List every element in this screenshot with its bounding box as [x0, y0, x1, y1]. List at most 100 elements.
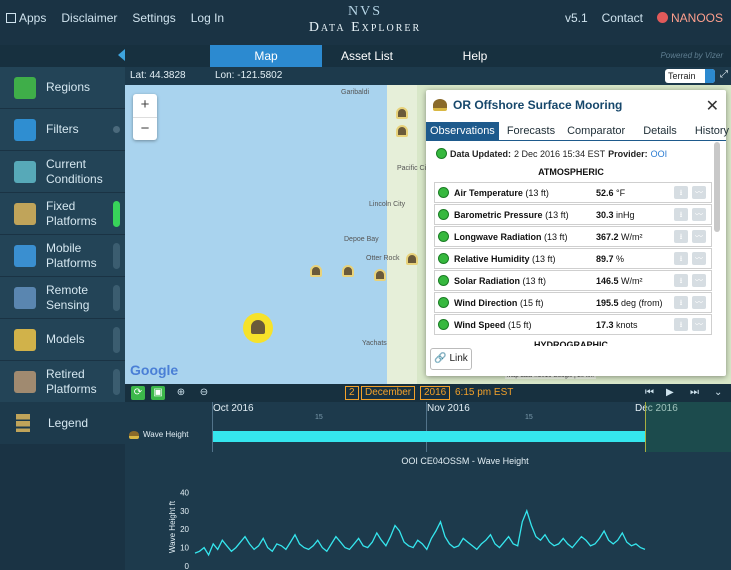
- timeline-zoom-out-icon[interactable]: ⊖: [197, 386, 211, 400]
- disclaimer-link[interactable]: Disclaimer: [61, 11, 117, 25]
- observation-name: Barometric Pressure: [454, 209, 543, 220]
- play-icon[interactable]: ▶: [666, 386, 674, 400]
- platform-popup: OR Offshore Surface Mooring ✕ Observatio…: [426, 90, 729, 376]
- apps-link[interactable]: Apps: [6, 11, 46, 25]
- sidebar-item-mobile-platforms[interactable]: Mobile Platforms: [0, 235, 125, 277]
- year-field[interactable]: 2016: [420, 386, 451, 400]
- chart-icon[interactable]: 〰: [692, 252, 706, 265]
- sidebar-item-label: Retired Platforms: [46, 366, 97, 396]
- download-icon[interactable]: ⭳: [674, 208, 688, 221]
- zoom-out-button[interactable]: −: [133, 117, 157, 140]
- observation-row: Barometric Pressure (13 ft) 30.3 inHg ⭳ …: [434, 204, 712, 225]
- popup-title: OR Offshore Surface Mooring: [453, 98, 623, 112]
- contact-link[interactable]: Contact: [602, 11, 643, 25]
- refresh-icon[interactable]: ⟳: [131, 386, 145, 400]
- collapse-sidebar-icon[interactable]: [118, 49, 125, 61]
- provider-link[interactable]: OOI: [651, 149, 668, 159]
- tab-observations[interactable]: Observations: [426, 122, 499, 140]
- download-icon[interactable]: ⭳: [674, 318, 688, 331]
- grid-icon: [6, 13, 16, 23]
- sidebar-item-filters[interactable]: Filters: [0, 109, 125, 151]
- download-icon[interactable]: ⭳: [674, 274, 688, 287]
- sidebar-item-current-conditions[interactable]: Current Conditions: [0, 151, 125, 193]
- image-icon[interactable]: ▣: [151, 386, 165, 400]
- nanoos-link[interactable]: NANOOS: [656, 11, 723, 25]
- observation-value: 146.5: [596, 275, 619, 286]
- timeline[interactable]: Oct 2016 Nov 2016 Dec 2016 15 15 Wave He…: [125, 402, 731, 570]
- longitude-readout: Lon: -121.5802: [215, 70, 283, 81]
- settings-link[interactable]: Settings: [132, 11, 175, 25]
- platform-marker[interactable]: [371, 267, 389, 283]
- nanoos-logo-icon: [656, 12, 668, 23]
- basemap-select[interactable]: Terrain: [665, 69, 715, 83]
- chart-icon[interactable]: 〰: [692, 318, 706, 331]
- buoy-icon: [406, 253, 418, 265]
- observation-unit: %: [616, 253, 625, 264]
- time-field[interactable]: 6:15 pm EST: [455, 386, 513, 400]
- login-link[interactable]: Log In: [191, 11, 224, 25]
- day-field[interactable]: 2: [345, 386, 359, 400]
- expand-icon[interactable]: ⤢: [720, 69, 728, 80]
- zoom-in-button[interactable]: +: [133, 94, 157, 117]
- chart-icon[interactable]: 〰: [692, 230, 706, 243]
- sidebar-item-fixed-platforms[interactable]: Fixed Platforms: [0, 193, 125, 235]
- sidebar-item-retired-platforms[interactable]: Retired Platforms: [0, 361, 125, 403]
- tab-history[interactable]: History: [691, 122, 731, 140]
- selected-platform-marker[interactable]: [243, 313, 273, 343]
- skip-back-icon[interactable]: ⏮: [645, 386, 654, 400]
- month-field[interactable]: December: [361, 386, 416, 400]
- sidebar-item-regions[interactable]: Regions: [0, 67, 125, 109]
- observation-depth: (13 ft): [525, 187, 549, 198]
- provider-label: Provider:: [608, 148, 648, 159]
- chart-icon[interactable]: 〰: [692, 208, 706, 221]
- chevron-down-icon[interactable]: ⌄: [714, 386, 722, 400]
- download-icon[interactable]: ⭳: [674, 230, 688, 243]
- popup-scrollbar[interactable]: [714, 142, 720, 232]
- status-icon: [438, 209, 449, 220]
- map-label: Garibaldi: [341, 89, 370, 96]
- chart-icon[interactable]: 〰: [692, 296, 706, 309]
- buoy-icon: [310, 265, 322, 277]
- status-icon: [438, 231, 449, 242]
- wave-height-availability-bar[interactable]: [213, 431, 645, 442]
- platform-marker[interactable]: [393, 105, 411, 121]
- tab-comparator[interactable]: Comparator: [563, 122, 629, 140]
- app-logo: NVS Data Explorer: [300, 4, 430, 36]
- chart-icon[interactable]: 〰: [692, 274, 706, 287]
- updated-label: Data Updated:: [450, 148, 512, 159]
- platform-marker[interactable]: [339, 263, 357, 279]
- platform-marker[interactable]: [403, 251, 421, 267]
- link-button[interactable]: 🔗 Link: [430, 348, 472, 370]
- powered-by: Powered by Vizer: [660, 51, 723, 60]
- observation-rows: Air Temperature (13 ft) 52.6 °F ⭳ 〰 Baro…: [434, 182, 712, 336]
- sidebar-item-legend[interactable]: Legend: [0, 402, 125, 444]
- retired-platforms-toggle[interactable]: [113, 369, 120, 395]
- observation-value: 367.2: [596, 231, 619, 242]
- tab-map[interactable]: Map: [210, 45, 322, 67]
- tab-details[interactable]: Details: [639, 122, 681, 140]
- download-icon[interactable]: ⭳: [674, 252, 688, 265]
- platform-marker[interactable]: [307, 263, 325, 279]
- platform-marker[interactable]: [393, 123, 411, 139]
- chart-icon[interactable]: 〰: [692, 186, 706, 199]
- status-icon: [436, 148, 447, 159]
- observation-name: Relative Humidity: [454, 253, 530, 264]
- mobile-platforms-toggle[interactable]: [113, 243, 120, 269]
- close-icon[interactable]: ✕: [706, 96, 719, 116]
- skip-forward-icon[interactable]: ⏭: [690, 386, 699, 400]
- download-icon[interactable]: ⭳: [674, 296, 688, 309]
- tab-asset-list[interactable]: Asset List: [322, 45, 412, 67]
- models-toggle[interactable]: [113, 327, 120, 353]
- sidebar-item-models[interactable]: Models: [0, 319, 125, 361]
- timeline-zoom-in-icon[interactable]: ⊕: [174, 386, 188, 400]
- remote-sensing-toggle[interactable]: [113, 285, 120, 311]
- wave-height-row-label: Wave Height: [129, 430, 189, 439]
- sidebar-item-remote-sensing[interactable]: Remote Sensing: [0, 277, 125, 319]
- fixed-platforms-toggle[interactable]: [113, 201, 120, 227]
- buoy-icon: [251, 320, 265, 334]
- map-label: Yachats: [362, 340, 387, 347]
- tab-forecasts[interactable]: Forecasts: [503, 122, 559, 140]
- tab-help[interactable]: Help: [430, 45, 520, 67]
- status-icon: [438, 275, 449, 286]
- download-icon[interactable]: ⭳: [674, 186, 688, 199]
